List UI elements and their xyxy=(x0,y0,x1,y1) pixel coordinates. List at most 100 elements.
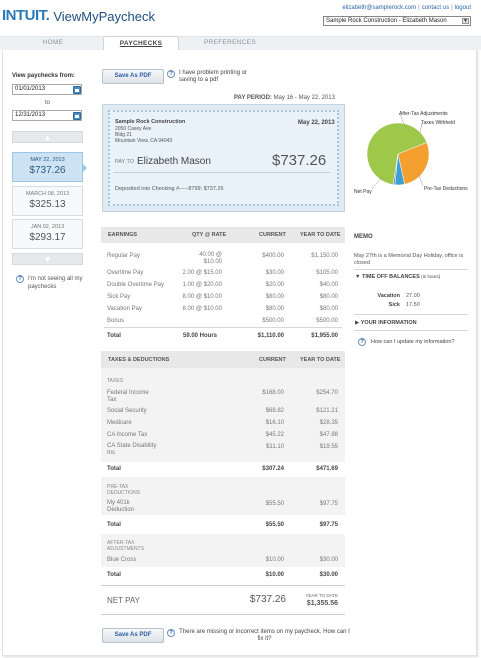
vacation-value: 27.00 xyxy=(406,293,420,299)
pretax-total-label: Total xyxy=(107,522,121,528)
tax-name: CA Income Tax xyxy=(107,432,148,438)
check-address-line: Mountain View, CA 94043 xyxy=(115,138,173,144)
earnings-header: EARNINGS QTY @ RATE CURRENT YEAR TO DATE xyxy=(101,227,345,243)
pie-slices xyxy=(366,122,430,186)
aftertax-total-ytd: $30.00 xyxy=(319,572,338,578)
callout-line xyxy=(371,175,384,190)
timeoff-section[interactable]: ▼ TIME OFF BALANCES (in hours) xyxy=(355,274,440,280)
print-help-link[interactable]: I have problem printing or saving to a p… xyxy=(179,70,259,84)
tax-ytd: $254.70 xyxy=(316,390,338,396)
col-header: QTY @ RATE xyxy=(192,232,227,238)
earning-qty: 2.00 @ $15.00 xyxy=(182,270,222,276)
paycheck-date: MAY 22, 2013 xyxy=(30,157,65,163)
col-header: YEAR TO DATE xyxy=(300,232,341,238)
earnings-total-current: $1,110.00 xyxy=(257,333,284,339)
tab-paychecks[interactable]: PAYCHECKS xyxy=(103,36,179,50)
company-select[interactable]: Sample Rock Construction - Elizabeth Mas… xyxy=(323,16,471,26)
tax-ytd: $19.55 xyxy=(319,444,338,450)
earning-ytd: $80.00 xyxy=(319,294,338,300)
to-date-input[interactable]: 12/31/2013 xyxy=(12,110,82,121)
paycheck-amount: $325.13 xyxy=(29,199,66,210)
payee-name: Elizabeth Mason xyxy=(137,156,211,167)
taxes-total-current: $307.24 xyxy=(262,466,284,472)
col-header: CURRENT xyxy=(259,357,286,363)
timeoff-title: TIME OFF BALANCES xyxy=(361,274,420,280)
help-icon[interactable]: ? xyxy=(358,338,366,346)
save-pdf-button-bottom[interactable]: Save As PDF xyxy=(102,628,164,643)
tax-ytd: $47.88 xyxy=(319,432,338,438)
scroll-down-button[interactable]: ▼ xyxy=(12,253,83,265)
check-amount: $737.26 xyxy=(272,152,327,169)
pie-label-net: Net Pay xyxy=(354,189,372,195)
dropdown-arrow-icon[interactable]: ▼ xyxy=(462,18,469,24)
tax-ytd: $28.35 xyxy=(319,420,338,426)
tab-home[interactable]: HOME xyxy=(12,36,94,50)
paycheck-date: MARCH 08, 2013 xyxy=(25,191,70,197)
earning-current: $400.00 xyxy=(262,253,284,259)
earning-name: Double Overtime Pay xyxy=(107,282,165,288)
pie-label-taxes: Taxes Withheld xyxy=(421,120,455,126)
tax-name: Federal Income Tax xyxy=(107,390,149,404)
paycheck-item[interactable]: MARCH 08, 2013 $325.13 xyxy=(12,186,83,216)
aftertax-subheader: AFTER-TAX ADJUSTMENTS xyxy=(107,540,144,552)
update-info-link[interactable]: How can I update my information? xyxy=(371,339,454,345)
tax-current: $45.22 xyxy=(265,432,284,438)
check-divider xyxy=(113,172,330,173)
tax-current: $168.00 xyxy=(262,390,284,396)
earnings-total-ytd: $1,955.00 xyxy=(311,333,338,339)
intuit-logo: INTUIT. xyxy=(2,7,50,24)
pie-label-pretax: Pre-Tax Deductions xyxy=(424,186,468,192)
adjustment-current: $10.00 xyxy=(265,557,284,563)
pretax-group xyxy=(101,477,345,515)
contact-us-link[interactable]: contact us xyxy=(422,5,449,11)
divider xyxy=(354,330,468,331)
save-pdf-button[interactable]: Save As PDF xyxy=(102,69,164,84)
col-header: YEAR TO DATE xyxy=(300,357,341,363)
earning-current: $30.00 xyxy=(265,270,284,276)
not-seeing-link[interactable]: I'm not seeing all my paychecks xyxy=(28,275,88,291)
taxes-total-ytd: $471.69 xyxy=(316,466,338,472)
chevron-down-icon: ▼ xyxy=(43,255,52,264)
paycheck-item-selected[interactable]: MAY 22, 2013 $737.26 xyxy=(12,152,83,182)
earning-ytd: $40.00 xyxy=(319,282,338,288)
deduction-name: My 401k Deduction xyxy=(107,500,134,514)
logout-link[interactable]: logout xyxy=(455,5,471,11)
pay-period-label: PAY PERIOD: xyxy=(234,95,272,101)
your-info-section[interactable]: ▶ YOUR INFORMATION xyxy=(355,320,417,326)
pie-label-aftertax: After-Tax Adjustments xyxy=(399,111,448,117)
tax-name: CA State Disability Ins xyxy=(107,443,156,457)
deduction-name-line: My 401k xyxy=(107,500,130,506)
tax-name-line: Ins xyxy=(107,450,116,456)
timeoff-unit: (in hours) xyxy=(421,274,441,279)
tab-preferences[interactable]: PREFERENCES xyxy=(186,36,274,50)
help-icon[interactable]: ? xyxy=(167,629,175,637)
tax-ytd: $121.21 xyxy=(316,408,338,414)
deduction-current: $55.50 xyxy=(265,501,284,507)
missing-items-link[interactable]: There are missing or incorrect items on … xyxy=(177,629,352,643)
expand-triangle-icon: ▼ xyxy=(355,274,361,280)
taxes-total-label: Total xyxy=(107,466,121,472)
net-pay-ytd: $1,355.56 xyxy=(306,600,338,607)
tax-name-line: Tax xyxy=(107,397,117,403)
earning-qty: 40.00 @ xyxy=(199,252,222,258)
vacation-label: Vacation xyxy=(377,293,400,299)
tax-current: $11.10 xyxy=(266,444,284,450)
pretax-label-line: DEDUCTIONS xyxy=(107,490,141,496)
top-links: elizabeth@samplerock.com | contact us | logo… xyxy=(342,5,471,11)
collapse-triangle-icon: ▶ xyxy=(355,320,360,326)
scroll-up-button[interactable]: ▲ xyxy=(12,131,83,143)
earning-name: Regular Pay xyxy=(107,253,141,259)
earning-qty: 8.00 @ $10.00 xyxy=(182,294,222,300)
help-icon[interactable]: ? xyxy=(16,275,24,283)
to-label: to xyxy=(45,100,51,106)
user-email-link[interactable]: elizabeth@samplerock.com xyxy=(342,5,416,11)
from-date-input[interactable]: 01/01/2013 xyxy=(12,84,82,95)
paycheck-item[interactable]: JAN 02, 2013 $293.17 xyxy=(12,219,83,249)
tax-name-line: Federal Income xyxy=(107,390,149,396)
col-header: CURRENT xyxy=(259,232,286,238)
calendar-icon[interactable] xyxy=(73,112,81,120)
calendar-icon[interactable] xyxy=(73,86,81,94)
tax-name: Social Security xyxy=(107,408,147,414)
help-icon[interactable]: ? xyxy=(167,70,175,78)
earning-qty: 8.00 @ $10.00 xyxy=(182,306,222,312)
